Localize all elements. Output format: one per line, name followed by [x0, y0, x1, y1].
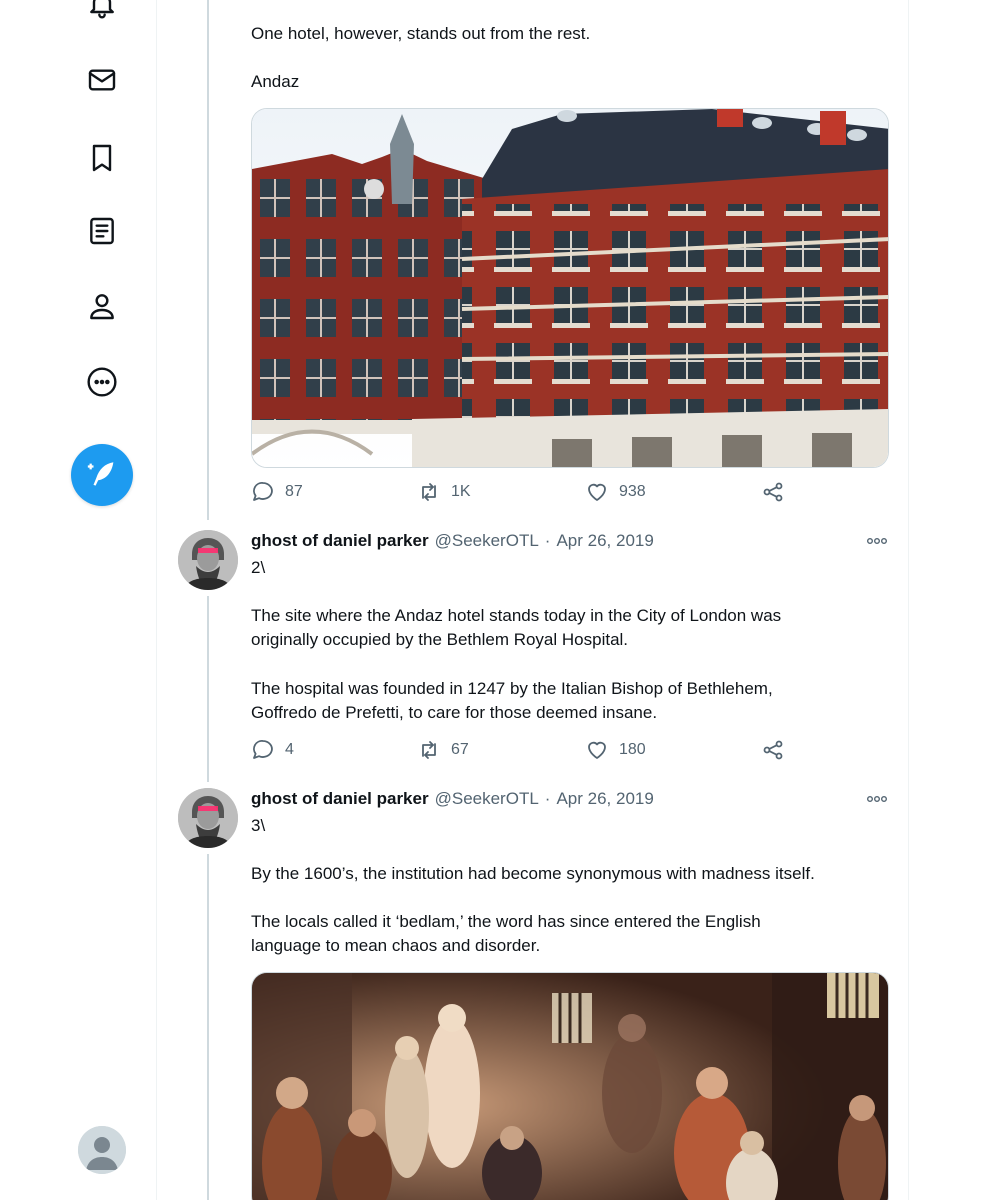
- heart-icon: [588, 741, 606, 759]
- hotel-photo[interactable]: [251, 108, 889, 468]
- mail-icon[interactable]: [84, 62, 120, 98]
- tweet-text: One hotel, however, stands out from the …: [251, 24, 591, 43]
- retweet-count: 1K: [451, 483, 471, 500]
- retweet-count: 67: [451, 741, 469, 758]
- thread-connector: [207, 0, 209, 520]
- author-avatar[interactable]: [178, 530, 238, 590]
- more-dots-icon: [867, 538, 887, 544]
- tweet-date[interactable]: Apr 26, 2019: [556, 529, 653, 553]
- left-sidebar: [0, 0, 157, 1200]
- tweet-text: By the 1600’s, the institution had becom…: [251, 864, 815, 883]
- tweet-actions: 87 1K 938: [251, 477, 791, 507]
- tweet-text: Andaz: [251, 72, 300, 91]
- more-options-button[interactable]: [862, 789, 892, 809]
- tweet-text: originally occupied by the Bethlem Royal…: [251, 630, 629, 649]
- share-button[interactable]: [761, 477, 785, 507]
- retweet-icon: [422, 741, 436, 759]
- tweet-text: 2\: [251, 558, 266, 577]
- compose-tweet-button[interactable]: [71, 444, 133, 506]
- display-name[interactable]: ghost of daniel parker: [251, 529, 429, 553]
- more-dots-icon: [867, 796, 887, 802]
- share-icon: [763, 740, 783, 760]
- bookmark-icon[interactable]: [84, 140, 120, 176]
- tweet-text: language to mean chaos and disorder.: [251, 936, 541, 955]
- bell-icon[interactable]: [84, 0, 120, 22]
- reply-count: 4: [285, 741, 294, 758]
- separator: ·: [544, 789, 551, 808]
- more-options-button[interactable]: [862, 531, 892, 551]
- compose-feather-icon: [87, 462, 114, 486]
- tweet-text: Goffredo de Prefetti, to care for those …: [251, 703, 658, 722]
- retweet-icon: [422, 483, 436, 501]
- like-count: 938: [619, 483, 646, 500]
- tweet-header: ghost of daniel parker @SeekerOTL · Apr …: [251, 787, 654, 811]
- retweet-button[interactable]: 1K: [417, 477, 471, 507]
- like-count: 180: [619, 741, 646, 758]
- like-button[interactable]: 938: [585, 477, 646, 507]
- tweet-text: The hospital was founded in 1247 by the …: [251, 679, 773, 698]
- display-name[interactable]: ghost of daniel parker: [251, 787, 429, 811]
- thread-connector: [207, 596, 209, 782]
- tweet-actions: 4 67 180: [251, 735, 791, 765]
- like-button[interactable]: 180: [585, 735, 646, 765]
- bedlam-painting[interactable]: [251, 972, 889, 1200]
- thread-connector: [207, 854, 209, 1200]
- profile-icon[interactable]: [84, 288, 120, 324]
- retweet-button[interactable]: 67: [417, 735, 469, 765]
- reply-button[interactable]: 4: [251, 735, 294, 765]
- tweet-header: ghost of daniel parker @SeekerOTL · Apr …: [251, 529, 654, 553]
- share-icon: [763, 482, 783, 502]
- share-button[interactable]: [761, 735, 785, 765]
- reply-count: 87: [285, 483, 303, 500]
- tweet-text: 3\: [251, 816, 266, 835]
- reply-icon: [253, 740, 273, 759]
- reply-icon: [253, 482, 273, 501]
- more-circle-icon[interactable]: [84, 364, 120, 400]
- lists-icon[interactable]: [84, 213, 120, 249]
- tweet-date[interactable]: Apr 26, 2019: [556, 787, 653, 811]
- tweet-text: The locals called it ‘bedlam,’ the word …: [251, 912, 761, 931]
- reply-button[interactable]: 87: [251, 477, 303, 507]
- separator: ·: [544, 531, 551, 550]
- user-handle[interactable]: @SeekerOTL: [435, 529, 539, 553]
- user-handle[interactable]: @SeekerOTL: [435, 787, 539, 811]
- author-avatar[interactable]: [178, 788, 238, 848]
- account-avatar[interactable]: [78, 1126, 126, 1174]
- heart-icon: [588, 483, 606, 501]
- tweet-text: The site where the Andaz hotel stands to…: [251, 606, 782, 625]
